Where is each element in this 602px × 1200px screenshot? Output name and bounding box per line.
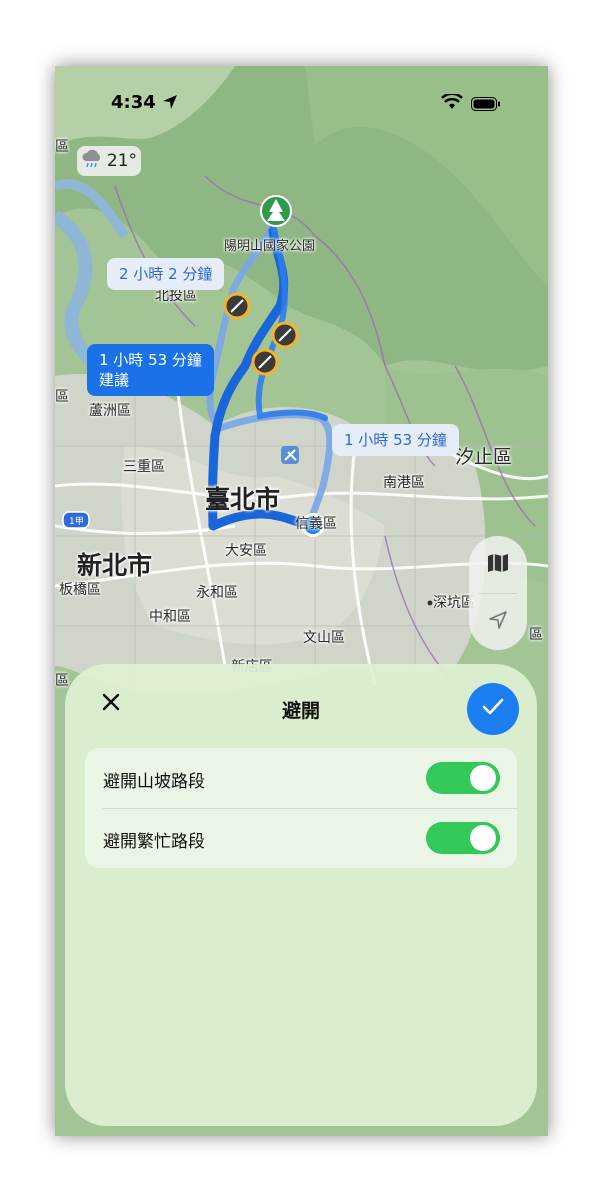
route-duration: 2 小時 2 分鐘 [119, 265, 213, 283]
phone-screen: 4:34 21° 陽明山國家公園 北投區 區 區 蘆洲區 三重區 臺北市 信義區… [55, 66, 548, 1136]
map-label-xizhi: 汐止區 [455, 446, 513, 468]
map-label-nangang: 南港區 [383, 475, 425, 491]
option-label: 避開山坡路段 [103, 772, 205, 792]
avoid-hills-toggle[interactable] [426, 762, 500, 794]
map-controls [469, 536, 527, 650]
avoid-busy-roads-toggle[interactable] [426, 822, 500, 854]
location-arrow-icon [488, 610, 508, 634]
locate-button[interactable] [469, 593, 527, 650]
map-label-luzhou: 蘆洲區 [89, 403, 131, 419]
map-label-yonghe: 永和區 [196, 585, 238, 601]
location-arrow-status-icon [162, 94, 178, 114]
map-label-zhonghe: 中和區 [149, 609, 191, 625]
map-label-edge-left2: 區 [55, 389, 69, 405]
route-option-1[interactable]: 2 小時 2 分鐘 [107, 258, 225, 290]
weather-widget[interactable]: 21° [77, 146, 141, 176]
map-label-edge-bottom: 區 [55, 673, 69, 689]
map-label-edge-left1: 區 [55, 139, 69, 155]
battery-icon [471, 96, 501, 115]
map-label-sanchong: 三重區 [123, 459, 165, 475]
wifi-icon [441, 92, 463, 114]
map-label-taipei: 臺北市 [205, 485, 281, 514]
map-label-banqiao: 板橋區 [59, 582, 101, 598]
route-duration: 1 小時 53 分鐘 [99, 351, 202, 369]
status-time: 4:34 [111, 92, 156, 113]
option-label: 避開繁忙路段 [103, 832, 205, 852]
avoid-options-sheet: 避開 避開山坡路段 避開繁忙路段 [65, 664, 537, 1126]
option-avoid-hills: 避開山坡路段 [85, 748, 517, 808]
map-label-newtaipei: 新北市 [77, 551, 153, 580]
map-label-edge-right: 區 [529, 627, 543, 643]
map-label-xinyi: 信義區 [295, 516, 337, 532]
status-bar: 4:34 [55, 66, 548, 113]
route-duration: 1 小時 53 分鐘 [344, 431, 447, 449]
route-option-suggested[interactable]: 1 小時 53 分鐘 建議 [87, 344, 214, 396]
map-label-wenshan: 文山區 [303, 630, 345, 646]
toggle-knob [470, 765, 496, 791]
map-label-park[interactable]: 陽明山國家公園 [224, 235, 315, 254]
temperature: 21° [106, 151, 138, 171]
route-option-3[interactable]: 1 小時 53 分鐘 [332, 424, 459, 456]
route-suggested-note: 建議 [99, 371, 130, 389]
confirm-button[interactable] [467, 683, 519, 735]
highway-shield-label: 1甲 [69, 517, 84, 527]
option-avoid-busy-roads: 避開繁忙路段 [85, 808, 517, 868]
map-label-daan: 大安區 [225, 543, 267, 559]
map-icon [487, 553, 509, 577]
toggle-knob [470, 825, 496, 851]
avoid-options-list: 避開山坡路段 避開繁忙路段 [85, 748, 517, 868]
rain-cloud-icon [81, 149, 103, 174]
checkmark-icon [481, 697, 505, 721]
map-mode-button[interactable] [469, 536, 527, 593]
